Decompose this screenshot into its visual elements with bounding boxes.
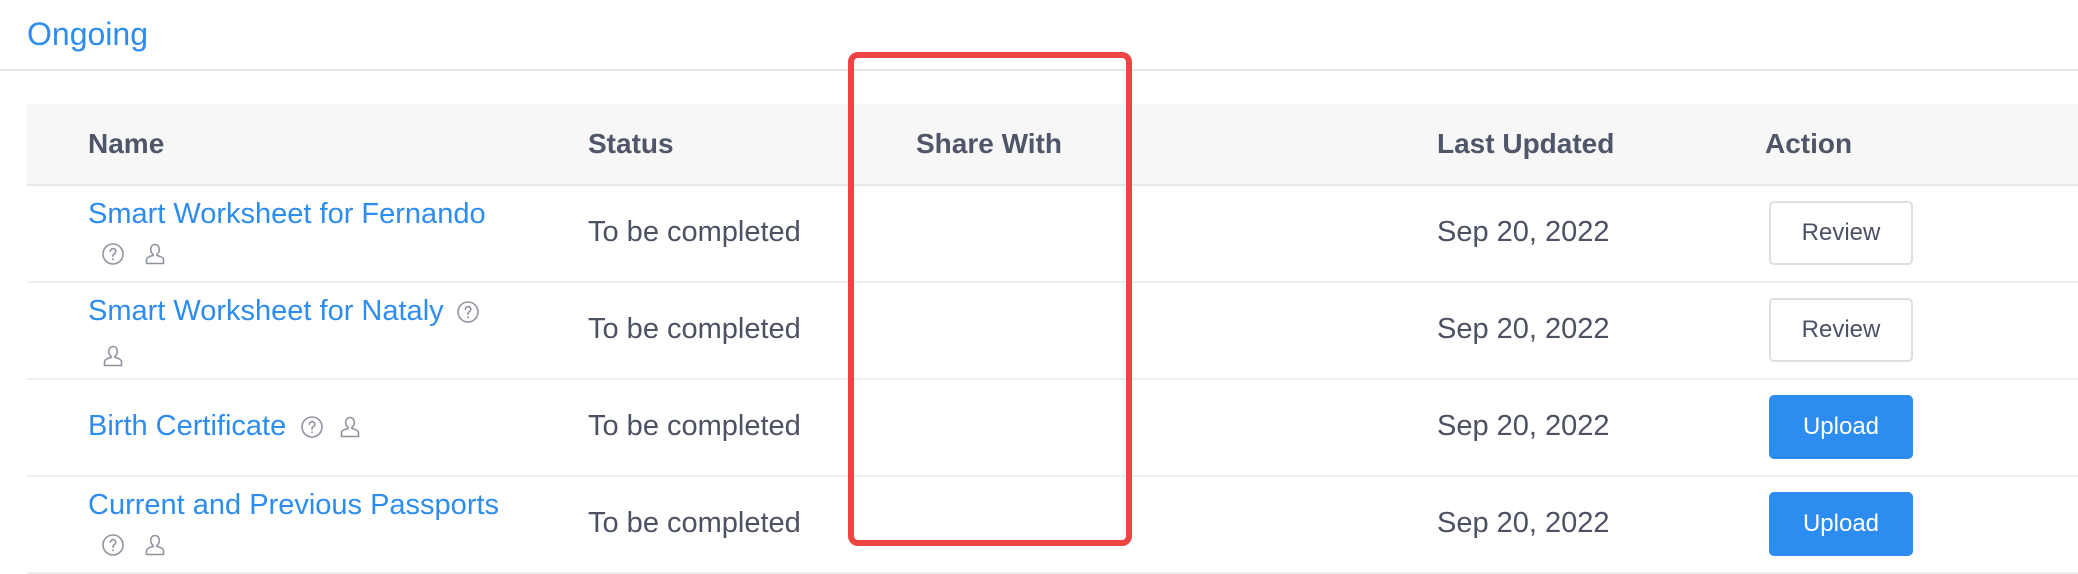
documents-table: Name Status Share With Last Updated Acti… (27, 104, 2078, 574)
header-action: Action (1765, 128, 1853, 159)
document-name-link[interactable]: Smart Worksheet for Fernando (88, 198, 486, 231)
tab-ongoing[interactable]: Ongoing (27, 16, 148, 53)
upload-button[interactable]: Upload (1769, 492, 1913, 556)
last-updated-text: Sep 20, 2022 (1437, 507, 1610, 539)
header-last-updated: Last Updated (1437, 128, 1615, 159)
question-circle-icon[interactable] (456, 300, 480, 324)
table-row: Birth Certificate To be completed Sep 20… (27, 380, 2078, 477)
tab-divider (0, 69, 2078, 71)
user-icon[interactable] (143, 242, 167, 266)
last-updated-text: Sep 20, 2022 (1437, 313, 1610, 345)
user-icon[interactable] (143, 533, 167, 557)
document-name-link[interactable]: Smart Worksheet for Nataly (88, 295, 444, 328)
table-row: Smart Worksheet for Nataly To be complet… (27, 283, 2078, 380)
status-text: To be completed (588, 216, 801, 248)
last-updated-text: Sep 20, 2022 (1437, 410, 1610, 442)
question-circle-icon[interactable] (101, 242, 125, 266)
document-name-link[interactable]: Current and Previous Passports (88, 489, 499, 522)
status-text: To be completed (588, 507, 801, 539)
table-row: Smart Worksheet for Fernando To be compl… (27, 186, 2078, 283)
last-updated-text: Sep 20, 2022 (1437, 216, 1610, 248)
review-button[interactable]: Review (1769, 201, 1913, 265)
header-name: Name (88, 128, 165, 159)
status-text: To be completed (588, 313, 801, 345)
question-circle-icon[interactable] (101, 533, 125, 557)
upload-button[interactable]: Upload (1769, 395, 1913, 459)
review-button[interactable]: Review (1769, 298, 1913, 362)
user-icon[interactable] (101, 344, 125, 368)
user-icon[interactable] (338, 415, 362, 439)
table-header: Name Status Share With Last Updated Acti… (27, 104, 2078, 186)
document-name-link[interactable]: Birth Certificate (88, 410, 286, 443)
question-circle-icon[interactable] (300, 415, 324, 439)
status-text: To be completed (588, 410, 801, 442)
header-share-with: Share With (916, 128, 1062, 159)
header-status: Status (588, 128, 674, 159)
table-row: Current and Previous Passports To be com… (27, 477, 2078, 574)
